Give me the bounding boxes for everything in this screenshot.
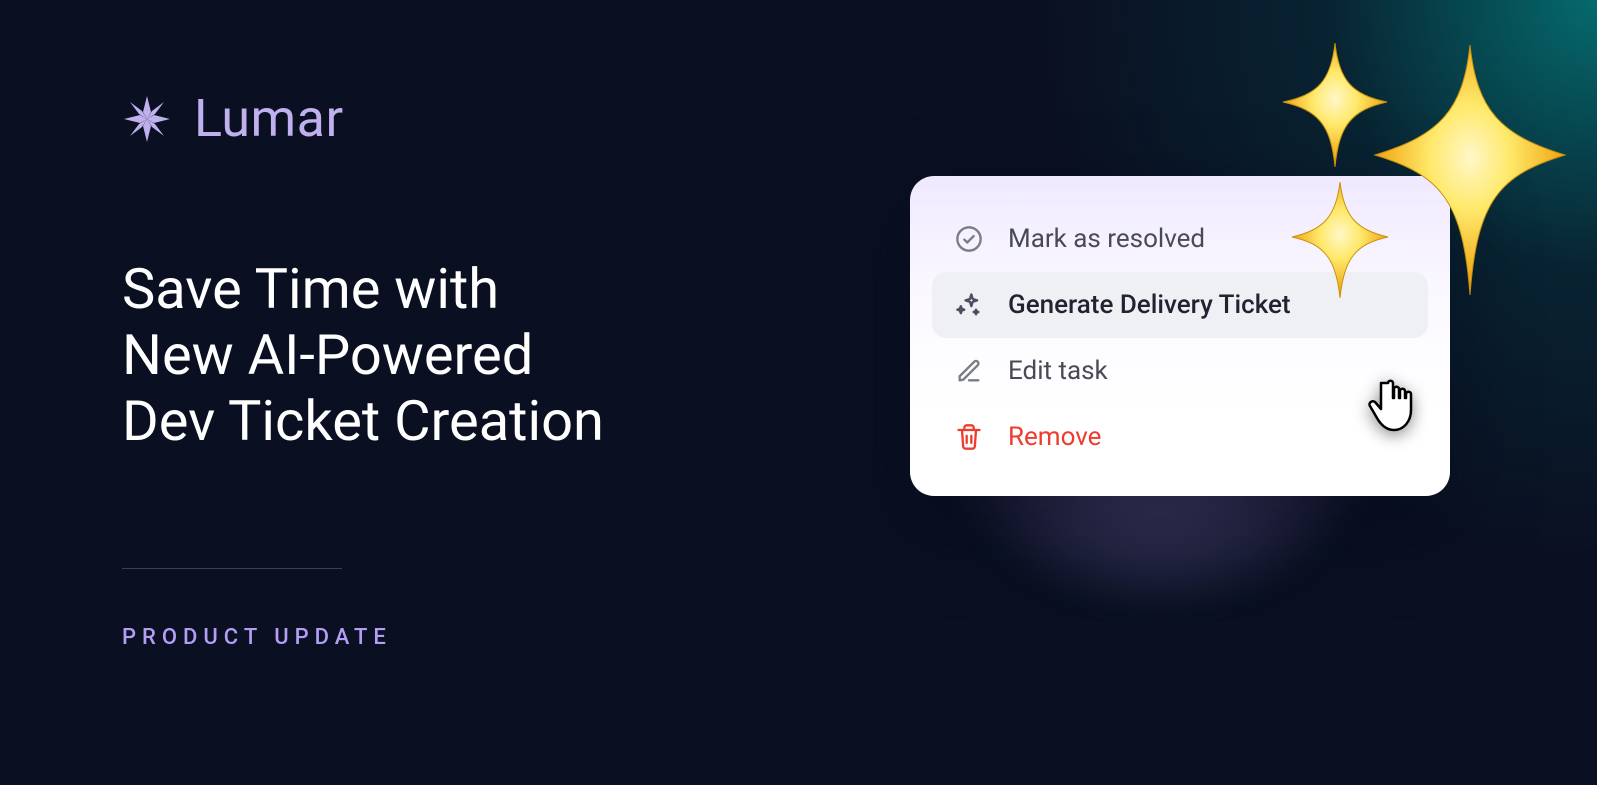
menu-item-remove[interactable]: Remove <box>932 404 1428 470</box>
brand-name: Lumar <box>194 88 344 149</box>
edit-icon <box>954 356 984 386</box>
headline-line-3: Dev Ticket Creation <box>122 388 604 454</box>
page-title: Save Time with New AI-Powered Dev Ticket… <box>122 256 604 454</box>
menu-item-edit-task[interactable]: Edit task <box>932 338 1428 404</box>
sparkle-icon <box>954 290 984 320</box>
divider <box>122 568 342 569</box>
star-icon <box>122 94 172 144</box>
trash-icon <box>954 422 984 452</box>
menu-item-label: Remove <box>1008 422 1101 452</box>
menu-item-label: Generate Delivery Ticket <box>1008 290 1291 320</box>
check-circle-icon <box>954 224 984 254</box>
menu-item-label: Edit task <box>1008 356 1108 386</box>
kicker-label: PRODUCT UPDATE <box>122 625 392 650</box>
headline-line-1: Save Time with <box>122 256 604 322</box>
menu-item-label: Mark as resolved <box>1008 224 1205 254</box>
context-menu: Mark as resolved Generate Delivery Ticke… <box>910 176 1450 496</box>
headline-line-2: New AI-Powered <box>122 322 604 388</box>
menu-item-resolve[interactable]: Mark as resolved <box>932 206 1428 272</box>
menu-item-generate-ticket[interactable]: Generate Delivery Ticket <box>932 272 1428 338</box>
brand-logo: Lumar <box>122 88 344 149</box>
